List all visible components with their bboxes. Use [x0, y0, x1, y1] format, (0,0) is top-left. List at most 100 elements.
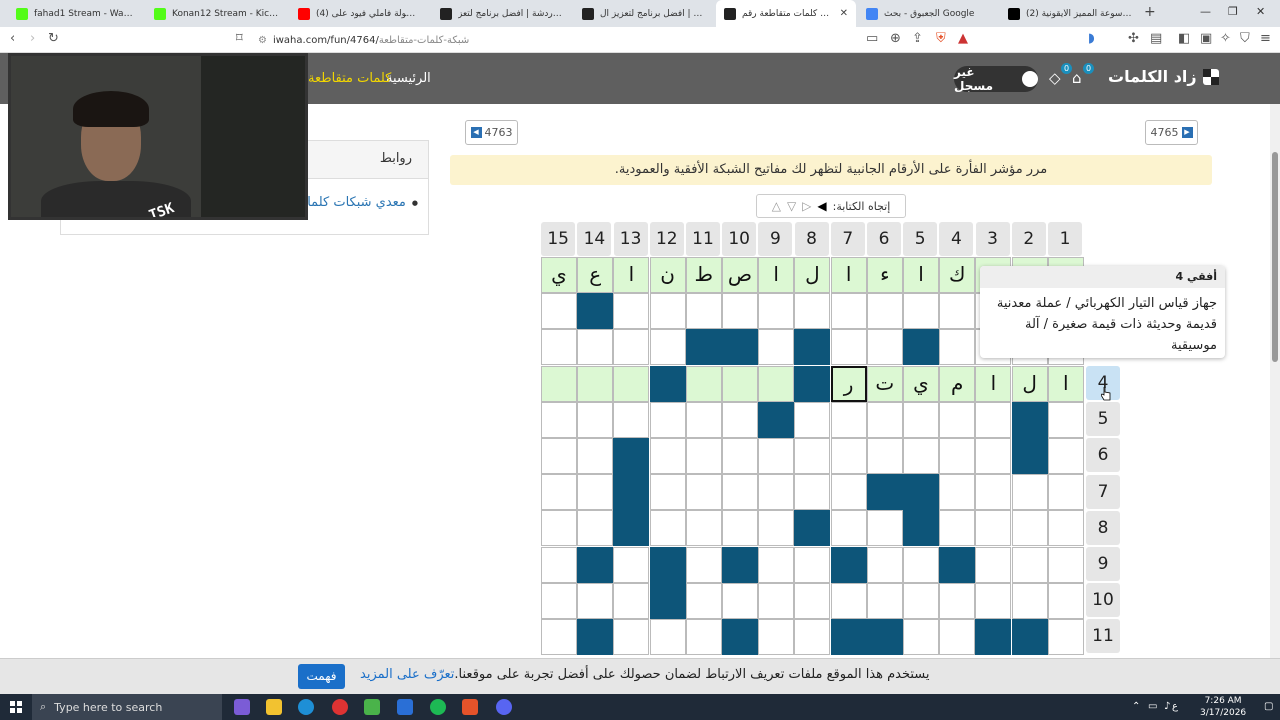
language-indicator[interactable]: ع — [1172, 701, 1178, 712]
grid-cell[interactable] — [975, 582, 1012, 619]
grid-cell[interactable] — [649, 619, 686, 655]
browser-tab[interactable]: Konan12 Stream - Kick Dashbo — [146, 0, 288, 27]
grid-cell[interactable] — [613, 401, 650, 438]
grid-cell[interactable] — [794, 401, 831, 438]
grid-cell[interactable]: ا — [830, 257, 867, 293]
grid-cell[interactable] — [613, 619, 650, 655]
grid-cell[interactable] — [758, 510, 795, 547]
grid-cell[interactable] — [830, 510, 867, 547]
grid-cell[interactable] — [1011, 510, 1048, 547]
forward-icon[interactable]: › — [30, 31, 35, 46]
grid-cell[interactable]: ك — [939, 257, 976, 293]
network-icon[interactable]: ▭ — [1148, 701, 1157, 712]
store-icon[interactable] — [364, 699, 380, 715]
wallet-icon[interactable]: ▤ — [1150, 31, 1162, 46]
grid-cell[interactable]: ل — [1011, 365, 1048, 402]
grid-cell[interactable]: ا — [758, 257, 795, 293]
grid-cell[interactable] — [830, 329, 867, 366]
extensions-icon[interactable]: ✣ — [1128, 31, 1139, 46]
grid-cell[interactable] — [903, 438, 939, 474]
grid-cell[interactable] — [903, 401, 939, 438]
column-number[interactable]: 2 — [1011, 222, 1046, 256]
grid-cell[interactable] — [758, 582, 795, 619]
ai-icon[interactable]: ✧ — [1220, 31, 1231, 46]
grid-cell[interactable] — [649, 401, 686, 438]
grid-cell[interactable] — [613, 546, 650, 583]
spotify-icon[interactable] — [430, 699, 446, 715]
grid-cell[interactable] — [758, 293, 795, 330]
grid-cell[interactable] — [975, 438, 1012, 474]
grid-cell[interactable] — [1047, 474, 1084, 511]
screen-icon[interactable]: ▭ — [866, 31, 878, 46]
grid-cell[interactable] — [722, 401, 758, 438]
site-logo[interactable]: زاد الكلمات — [1108, 67, 1219, 86]
grid-cell[interactable]: ا — [1047, 365, 1084, 402]
grid-cell[interactable] — [903, 546, 939, 583]
column-number[interactable]: 12 — [649, 222, 684, 256]
grid-cell[interactable] — [722, 293, 758, 330]
grid-cell[interactable] — [830, 474, 867, 511]
grid-cell[interactable] — [939, 438, 976, 474]
grid-cell[interactable] — [794, 619, 831, 655]
grid-cell[interactable] — [685, 582, 722, 619]
grid-cell[interactable]: ء — [866, 257, 903, 293]
grid-cell[interactable] — [649, 510, 686, 547]
rewards-icon[interactable]: ▲ — [958, 31, 968, 46]
column-number[interactable]: 6 — [867, 222, 901, 256]
grid-cell[interactable] — [649, 329, 686, 366]
grid-cell[interactable] — [975, 510, 1012, 547]
row-number[interactable]: 6 — [1086, 438, 1120, 473]
direction-left-icon[interactable]: ◀ — [817, 199, 826, 213]
grid-cell[interactable] — [758, 329, 795, 366]
column-number[interactable]: 3 — [975, 222, 1010, 256]
browser-tab[interactable]: fahad1 Stream - Watch Live on — [8, 0, 144, 27]
grid-cell[interactable]: ا — [975, 365, 1012, 402]
grid-cell[interactable] — [975, 546, 1012, 583]
row-number[interactable]: 10 — [1086, 583, 1120, 618]
grid-cell[interactable]: ر — [830, 365, 867, 402]
browser-tab[interactable]: الجعبوق - بحث Google — [858, 0, 998, 27]
grid-cell[interactable] — [541, 582, 577, 619]
column-number[interactable]: 13 — [613, 222, 648, 256]
grid-cell[interactable] — [903, 619, 939, 655]
grid-cell[interactable] — [1011, 474, 1048, 511]
grid-cell[interactable] — [685, 619, 722, 655]
grid-cell[interactable] — [1011, 582, 1048, 619]
grid-cell[interactable] — [577, 474, 614, 511]
column-number[interactable]: 15 — [541, 222, 576, 256]
copilot-app-icon[interactable] — [234, 699, 250, 715]
nav-home[interactable]: الرئيسية — [386, 71, 431, 86]
grid-cell[interactable] — [866, 401, 903, 438]
browser-tab[interactable]: (2) موسوعة المميز الأيقونية +X — [1000, 0, 1140, 27]
volume-icon[interactable]: ♪ — [1164, 701, 1170, 712]
grid-cell[interactable] — [541, 619, 577, 655]
taskbar-clock[interactable]: 7:26 AM 3/17/2026 — [1200, 695, 1246, 719]
chrome-icon[interactable] — [332, 699, 348, 715]
discord-icon[interactable] — [496, 699, 512, 715]
grid-cell[interactable] — [613, 293, 650, 330]
prev-puzzle-button[interactable]: ◀ 4763 — [465, 120, 518, 145]
grid-cell[interactable] — [758, 474, 795, 511]
grid-cell[interactable] — [866, 329, 903, 366]
diamond-icon[interactable]: ◇ — [1049, 69, 1061, 87]
grid-cell[interactable] — [685, 474, 722, 511]
brave-icon[interactable] — [462, 699, 478, 715]
grid-cell[interactable]: ط — [685, 257, 722, 293]
grid-cell[interactable] — [685, 401, 722, 438]
direction-right-icon[interactable]: ▷ — [802, 199, 811, 213]
browser-tab[interactable]: (4) نهائي بطولة فاملي فيود على — [290, 0, 430, 27]
grid-cell[interactable] — [939, 510, 976, 547]
grid-cell[interactable]: م — [939, 365, 976, 402]
mail-icon[interactable] — [397, 699, 413, 715]
grid-cell[interactable] — [649, 438, 686, 474]
grid-cell[interactable] — [939, 582, 976, 619]
grid-cell[interactable] — [1011, 546, 1048, 583]
next-puzzle-button[interactable]: 4765 ▶ — [1145, 120, 1198, 145]
edge-icon[interactable] — [298, 699, 314, 715]
grid-cell[interactable] — [758, 438, 795, 474]
grid-cell[interactable]: ي — [541, 257, 577, 293]
grid-cell[interactable]: ت — [866, 365, 903, 402]
grid-cell[interactable] — [866, 438, 903, 474]
back-icon[interactable]: ‹ — [10, 31, 15, 46]
grid-cell[interactable] — [685, 510, 722, 547]
